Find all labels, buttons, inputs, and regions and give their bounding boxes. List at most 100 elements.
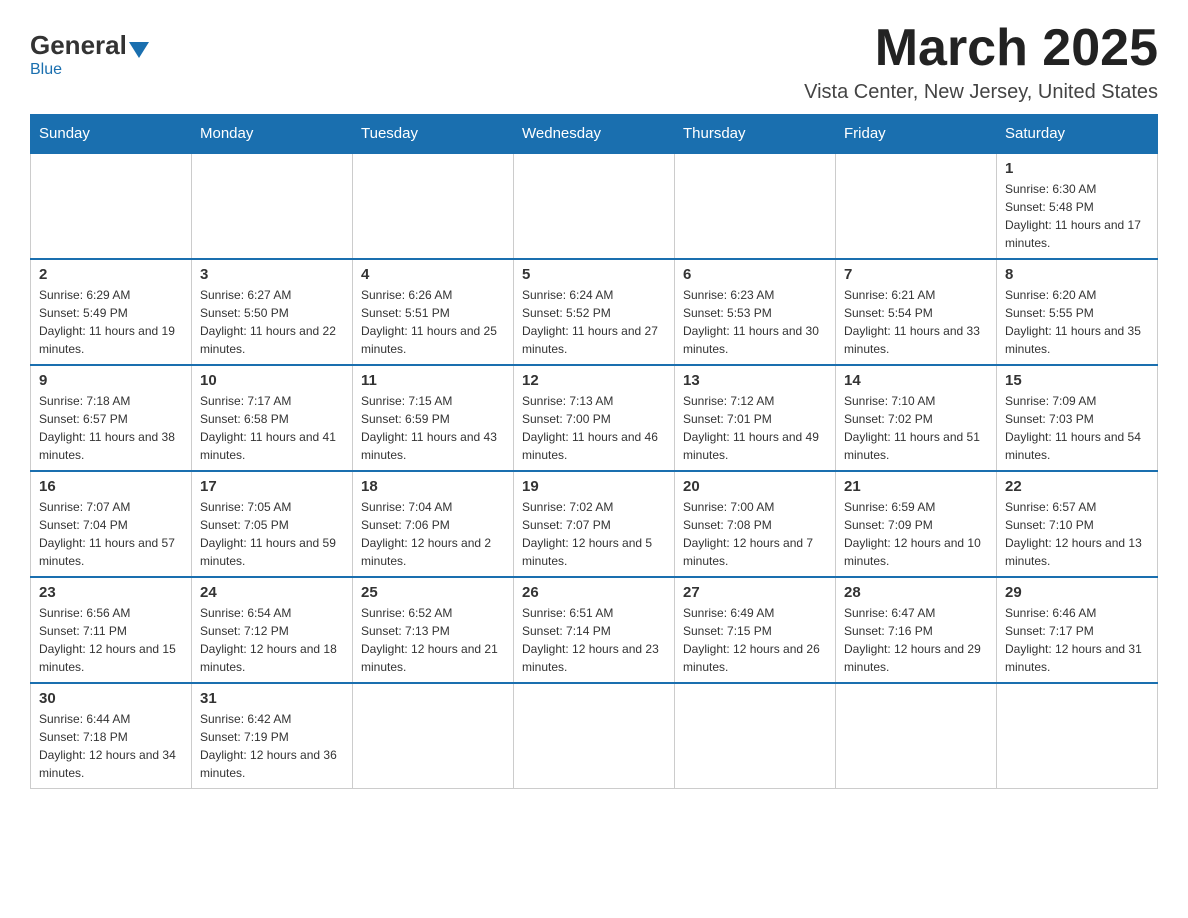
day-number: 2 bbox=[39, 266, 183, 283]
day-number: 12 bbox=[522, 372, 666, 389]
calendar-week-row: 30 Sunrise: 6:44 AMSunset: 7:18 PMDayligh… bbox=[31, 683, 1158, 789]
calendar-day-cell bbox=[675, 683, 836, 789]
calendar-day-cell: 24 Sunrise: 6:54 AMSunset: 7:12 PMDayligh… bbox=[192, 577, 353, 683]
calendar-day-cell: 27 Sunrise: 6:49 AMSunset: 7:15 PMDayligh… bbox=[675, 577, 836, 683]
day-info: Sunrise: 6:27 AMSunset: 5:50 PMDaylight:… bbox=[200, 286, 344, 358]
day-info: Sunrise: 6:23 AMSunset: 5:53 PMDaylight:… bbox=[683, 286, 827, 358]
page-header: General Blue March 2025 Vista Center, Ne… bbox=[30, 20, 1158, 104]
day-number: 31 bbox=[200, 690, 344, 707]
calendar-day-cell: 4 Sunrise: 6:26 AMSunset: 5:51 PMDaylight… bbox=[353, 259, 514, 365]
day-number: 23 bbox=[39, 584, 183, 601]
logo-arrow-icon bbox=[129, 42, 149, 58]
calendar-day-cell: 29 Sunrise: 6:46 AMSunset: 7:17 PMDayligh… bbox=[997, 577, 1158, 683]
day-of-week-header: Saturday bbox=[997, 115, 1158, 154]
calendar-day-cell: 12 Sunrise: 7:13 AMSunset: 7:00 PMDayligh… bbox=[514, 365, 675, 471]
calendar-day-cell bbox=[353, 153, 514, 259]
day-number: 20 bbox=[683, 478, 827, 495]
location-title: Vista Center, New Jersey, United States bbox=[804, 81, 1158, 104]
calendar-table: SundayMondayTuesdayWednesdayThursdayFrid… bbox=[30, 114, 1158, 789]
day-number: 1 bbox=[1005, 160, 1149, 177]
day-info: Sunrise: 7:10 AMSunset: 7:02 PMDaylight:… bbox=[844, 392, 988, 464]
day-number: 11 bbox=[361, 372, 505, 389]
calendar-day-cell: 10Sunrise: 7:17 AMSunset: 6:58 PMDayligh… bbox=[192, 365, 353, 471]
calendar-day-cell: 13 Sunrise: 7:12 AMSunset: 7:01 PMDayligh… bbox=[675, 365, 836, 471]
calendar-day-cell: 16Sunrise: 7:07 AMSunset: 7:04 PMDayligh… bbox=[31, 471, 192, 577]
day-info: Sunrise: 6:47 AMSunset: 7:16 PMDaylight:… bbox=[844, 604, 988, 676]
calendar-day-cell: 6Sunrise: 6:23 AMSunset: 5:53 PMDaylight… bbox=[675, 259, 836, 365]
day-number: 15 bbox=[1005, 372, 1149, 389]
calendar-day-cell bbox=[675, 153, 836, 259]
calendar-week-row: 9Sunrise: 7:18 AMSunset: 6:57 PMDaylight… bbox=[31, 365, 1158, 471]
calendar-day-cell: 7 Sunrise: 6:21 AMSunset: 5:54 PMDaylight… bbox=[836, 259, 997, 365]
calendar-day-cell bbox=[997, 683, 1158, 789]
calendar-day-cell: 9Sunrise: 7:18 AMSunset: 6:57 PMDaylight… bbox=[31, 365, 192, 471]
day-info: Sunrise: 6:52 AMSunset: 7:13 PMDaylight:… bbox=[361, 604, 505, 676]
calendar-day-cell: 25 Sunrise: 6:52 AMSunset: 7:13 PMDayligh… bbox=[353, 577, 514, 683]
calendar-day-cell: 3Sunrise: 6:27 AMSunset: 5:50 PMDaylight… bbox=[192, 259, 353, 365]
calendar-day-cell: 19Sunrise: 7:02 AMSunset: 7:07 PMDayligh… bbox=[514, 471, 675, 577]
calendar-week-row: 23 Sunrise: 6:56 AMSunset: 7:11 PMDayligh… bbox=[31, 577, 1158, 683]
day-of-week-header: Tuesday bbox=[353, 115, 514, 154]
day-number: 14 bbox=[844, 372, 988, 389]
day-of-week-header: Thursday bbox=[675, 115, 836, 154]
day-number: 30 bbox=[39, 690, 183, 707]
day-info: Sunrise: 7:18 AMSunset: 6:57 PMDaylight:… bbox=[39, 392, 183, 464]
calendar-day-cell: 5Sunrise: 6:24 AMSunset: 5:52 PMDaylight… bbox=[514, 259, 675, 365]
calendar-day-cell: 21Sunrise: 6:59 AMSunset: 7:09 PMDayligh… bbox=[836, 471, 997, 577]
calendar-week-row: 1Sunrise: 6:30 AMSunset: 5:48 PMDaylight… bbox=[31, 153, 1158, 259]
calendar-day-cell bbox=[514, 153, 675, 259]
day-info: Sunrise: 6:56 AMSunset: 7:11 PMDaylight:… bbox=[39, 604, 183, 676]
calendar-day-cell bbox=[836, 683, 997, 789]
day-info: Sunrise: 7:09 AMSunset: 7:03 PMDaylight:… bbox=[1005, 392, 1149, 464]
calendar-day-cell bbox=[353, 683, 514, 789]
day-info: Sunrise: 6:51 AMSunset: 7:14 PMDaylight:… bbox=[522, 604, 666, 676]
day-number: 13 bbox=[683, 372, 827, 389]
calendar-day-cell: 22Sunrise: 6:57 AMSunset: 7:10 PMDayligh… bbox=[997, 471, 1158, 577]
calendar-day-cell: 18Sunrise: 7:04 AMSunset: 7:06 PMDayligh… bbox=[353, 471, 514, 577]
calendar-week-row: 16Sunrise: 7:07 AMSunset: 7:04 PMDayligh… bbox=[31, 471, 1158, 577]
day-number: 27 bbox=[683, 584, 827, 601]
calendar-day-cell: 20 Sunrise: 7:00 AMSunset: 7:08 PMDayligh… bbox=[675, 471, 836, 577]
day-number: 7 bbox=[844, 266, 988, 283]
calendar-day-cell: 14 Sunrise: 7:10 AMSunset: 7:02 PMDayligh… bbox=[836, 365, 997, 471]
day-info: Sunrise: 7:13 AMSunset: 7:00 PMDaylight:… bbox=[522, 392, 666, 464]
day-info: Sunrise: 6:54 AMSunset: 7:12 PMDaylight:… bbox=[200, 604, 344, 676]
day-of-week-header: Sunday bbox=[31, 115, 192, 154]
day-number: 25 bbox=[361, 584, 505, 601]
calendar-day-cell bbox=[192, 153, 353, 259]
calendar-day-cell bbox=[31, 153, 192, 259]
day-info: Sunrise: 7:00 AMSunset: 7:08 PMDaylight:… bbox=[683, 498, 827, 570]
day-number: 17 bbox=[200, 478, 344, 495]
calendar-day-cell: 23 Sunrise: 6:56 AMSunset: 7:11 PMDayligh… bbox=[31, 577, 192, 683]
day-info: Sunrise: 6:49 AMSunset: 7:15 PMDaylight:… bbox=[683, 604, 827, 676]
day-number: 29 bbox=[1005, 584, 1149, 601]
day-info: Sunrise: 7:05 AMSunset: 7:05 PMDaylight:… bbox=[200, 498, 344, 570]
day-of-week-header: Monday bbox=[192, 115, 353, 154]
day-info: Sunrise: 6:21 AMSunset: 5:54 PMDaylight:… bbox=[844, 286, 988, 358]
logo-blue-text: Blue bbox=[30, 61, 62, 79]
day-number: 5 bbox=[522, 266, 666, 283]
calendar-day-cell: 1Sunrise: 6:30 AMSunset: 5:48 PMDaylight… bbox=[997, 153, 1158, 259]
day-info: Sunrise: 7:12 AMSunset: 7:01 PMDaylight:… bbox=[683, 392, 827, 464]
day-info: Sunrise: 6:46 AMSunset: 7:17 PMDaylight:… bbox=[1005, 604, 1149, 676]
month-title: March 2025 bbox=[804, 20, 1158, 77]
calendar-day-cell: 31Sunrise: 6:42 AMSunset: 7:19 PMDayligh… bbox=[192, 683, 353, 789]
day-number: 24 bbox=[200, 584, 344, 601]
calendar-day-cell bbox=[836, 153, 997, 259]
day-info: Sunrise: 7:15 AMSunset: 6:59 PMDaylight:… bbox=[361, 392, 505, 464]
day-info: Sunrise: 6:26 AMSunset: 5:51 PMDaylight:… bbox=[361, 286, 505, 358]
day-number: 18 bbox=[361, 478, 505, 495]
logo: General Blue bbox=[30, 30, 151, 79]
day-info: Sunrise: 7:17 AMSunset: 6:58 PMDaylight:… bbox=[200, 392, 344, 464]
day-number: 4 bbox=[361, 266, 505, 283]
calendar-header-row: SundayMondayTuesdayWednesdayThursdayFrid… bbox=[31, 115, 1158, 154]
title-block: March 2025 Vista Center, New Jersey, Uni… bbox=[804, 20, 1158, 104]
day-info: Sunrise: 6:44 AMSunset: 7:18 PMDaylight:… bbox=[39, 710, 183, 782]
calendar-day-cell: 15 Sunrise: 7:09 AMSunset: 7:03 PMDayligh… bbox=[997, 365, 1158, 471]
calendar-day-cell: 30 Sunrise: 6:44 AMSunset: 7:18 PMDayligh… bbox=[31, 683, 192, 789]
day-number: 8 bbox=[1005, 266, 1149, 283]
calendar-day-cell: 26Sunrise: 6:51 AMSunset: 7:14 PMDayligh… bbox=[514, 577, 675, 683]
calendar-day-cell: 11 Sunrise: 7:15 AMSunset: 6:59 PMDayligh… bbox=[353, 365, 514, 471]
day-number: 16 bbox=[39, 478, 183, 495]
day-number: 21 bbox=[844, 478, 988, 495]
